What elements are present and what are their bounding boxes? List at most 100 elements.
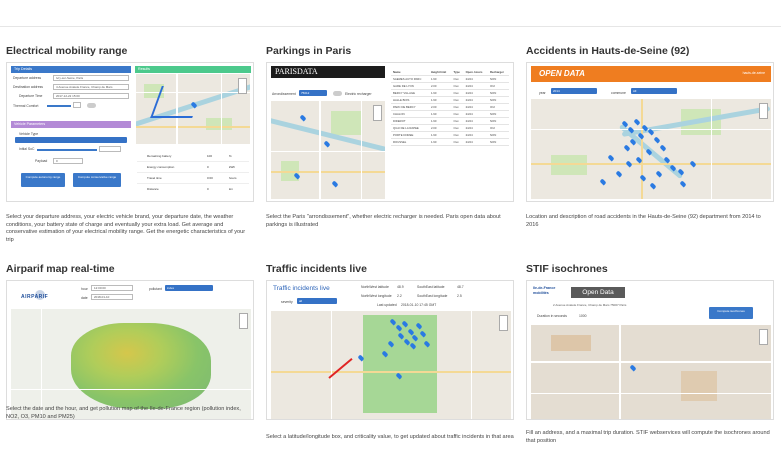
card-title[interactable]: Traffic incidents live	[266, 262, 514, 276]
accident-pin[interactable]	[607, 154, 615, 162]
severity-select[interactable]: all	[297, 298, 337, 304]
accident-pin[interactable]	[659, 144, 667, 152]
card-thumbnail[interactable]: Ile-de-France mobilités Open Data 2 Aven…	[526, 280, 774, 420]
table-cell: CHALON	[391, 110, 429, 118]
card-thumbnail[interactable]: AIRPARIF hour 12:00:00 date 2018-01-10 p…	[6, 280, 254, 420]
card-thumbnail[interactable]: OPEN DATA hauts-de-seine year 2014 commu…	[526, 62, 774, 202]
paris-data-banner: PARISDATA	[271, 66, 385, 78]
accidents-map[interactable]	[531, 99, 771, 199]
compute-conservative-button[interactable]: Compute conservative range	[73, 173, 121, 187]
result-unit: km	[229, 187, 233, 191]
accident-pin[interactable]	[655, 170, 663, 178]
accident-pin[interactable]	[625, 160, 633, 168]
hour-input[interactable]: 12:00:00	[91, 285, 133, 291]
parking-pin[interactable]	[323, 140, 331, 148]
initial-soc-label: Initial SoC	[19, 147, 35, 151]
parking-pin[interactable]	[299, 114, 307, 122]
traffic-map[interactable]	[271, 311, 511, 419]
zoom-control[interactable]	[499, 315, 508, 331]
table-cell: OUI	[488, 124, 509, 132]
accident-pin[interactable]	[653, 136, 661, 144]
card-title[interactable]: Airparif map real-time	[6, 262, 254, 276]
vehicle-select[interactable]	[15, 137, 127, 143]
card-electrical-mobility: Electrical mobility range Trip Details D…	[6, 44, 254, 254]
departure-input[interactable]: Ivry-sur-Seine, Paris	[53, 75, 129, 81]
zoom-control[interactable]	[373, 105, 382, 121]
date-input[interactable]: 2017-12-22 15:00	[53, 93, 129, 99]
open-data-badge: Open Data	[571, 287, 625, 298]
nw-lon-label: NorthWest longitude	[361, 294, 392, 298]
pollutant-label: pollutant	[149, 287, 162, 291]
comfort-slider[interactable]	[47, 105, 71, 107]
idf-mobilites-logo: Ile-de-France mobilités	[533, 286, 556, 295]
card-thumbnail[interactable]: PARISDATA Arrondissement 75012 Electric …	[266, 62, 514, 202]
accident-pin[interactable]	[615, 170, 623, 178]
recharger-toggle[interactable]	[333, 91, 342, 96]
card-title[interactable]: Parkings in Paris	[266, 44, 514, 58]
nw-lon-value: 2.2	[397, 294, 402, 298]
table-cell: Ouv	[451, 124, 464, 132]
accident-pin[interactable]	[599, 178, 607, 186]
parkings-map[interactable]	[271, 101, 385, 199]
accident-pin[interactable]	[633, 118, 641, 126]
commune-label: commune	[611, 91, 626, 95]
payload-input[interactable]: 0	[53, 158, 83, 164]
card-description: Select the Paris "arrondissement", wheth…	[266, 214, 501, 228]
card-title[interactable]: Electrical mobility range	[6, 44, 254, 58]
accident-pin[interactable]	[679, 180, 687, 188]
table-cell: Ouv	[451, 75, 464, 83]
table-row: BERCY VILLAGE 1.90 Ouv 24/24 NON	[391, 89, 509, 97]
date-label: Departure Time	[19, 94, 43, 98]
destination-input[interactable]: 4 Avenue Anatole France, Champ de Mars	[53, 84, 129, 90]
traffic-header: Traffic incidents live	[273, 285, 330, 292]
pollutant-select[interactable]: index	[165, 285, 213, 291]
table-cell: 1.90	[428, 117, 452, 125]
card-title[interactable]: Accidents in Hauts-de-Seine (92)	[526, 44, 774, 58]
accident-pin[interactable]	[623, 144, 631, 152]
zoom-control[interactable]	[238, 78, 247, 94]
comfort-value[interactable]	[73, 102, 81, 108]
card-thumbnail[interactable]: Traffic incidents live NorthWest latitud…	[266, 280, 514, 420]
pollution-heat-region	[71, 323, 211, 409]
zoom-control[interactable]	[239, 313, 248, 329]
zoom-control[interactable]	[759, 103, 768, 119]
comfort-toggle[interactable]	[87, 103, 96, 108]
table-cell: 1.90	[428, 75, 452, 83]
results-header: Results	[135, 66, 251, 73]
compute-isochrones-button[interactable]: Compute isochrones	[709, 307, 753, 319]
accident-pin[interactable]	[689, 160, 697, 168]
table-cell: 1.90	[428, 138, 452, 146]
table-cell: 24/24	[463, 117, 489, 125]
commune-select[interactable]: All	[631, 88, 677, 94]
arrondissement-select[interactable]: 75012	[299, 90, 327, 96]
soc-value[interactable]	[99, 146, 121, 152]
table-cell: Ouv	[451, 131, 464, 139]
parkings-table: Name Height limit Type Open. Hours Recha…	[391, 69, 509, 146]
year-select[interactable]: 2014	[551, 88, 597, 94]
table-row: PARC DE BERCY 2.00 Ouv 24/24 OUI	[391, 103, 509, 111]
recharger-label: Electric recharger	[345, 92, 372, 96]
soc-slider[interactable]	[37, 149, 97, 151]
table-cell: NON	[488, 75, 509, 83]
table-cell: 24/24	[463, 138, 489, 146]
departure-label: Departure address	[13, 76, 42, 80]
date-input[interactable]: 2018-01-10	[91, 294, 133, 300]
card-title[interactable]: STIF isochrones	[526, 262, 774, 276]
accident-pin[interactable]	[649, 182, 657, 190]
result-label: Remaining battery	[147, 154, 172, 158]
address-pin[interactable]	[629, 364, 637, 372]
table-row: ROUSSEL 1.90 Ouv 24/24 NON	[391, 138, 509, 146]
isochrones-map[interactable]	[531, 325, 771, 419]
pollution-map[interactable]	[11, 309, 251, 419]
address-input[interactable]: 2 Avenue Anatole France, Champ de Mars 7…	[551, 303, 691, 309]
zoom-control[interactable]	[759, 329, 768, 345]
table-cell: NON	[488, 96, 509, 104]
table-cell: Ouv	[451, 89, 464, 97]
card-description: Select the date and the hour, and get po…	[6, 406, 241, 420]
results-map[interactable]	[136, 74, 250, 144]
compute-range-button[interactable]: Compute autonomy range	[21, 173, 65, 187]
table-cell: 1.90	[428, 96, 452, 104]
se-lat-label: SouthEast latitude	[417, 285, 445, 289]
card-thumbnail[interactable]: Trip Details Departure address Ivry-sur-…	[6, 62, 254, 202]
parking-pin[interactable]	[331, 180, 339, 188]
